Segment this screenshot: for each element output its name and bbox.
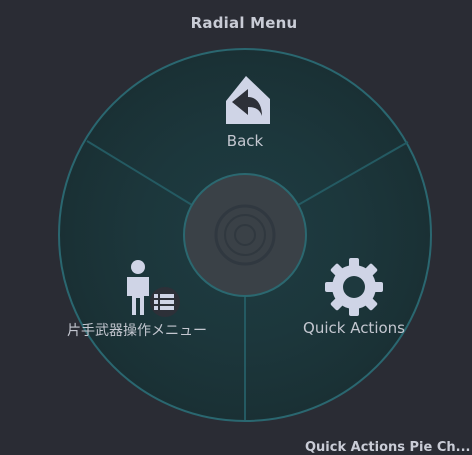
center-hub[interactable] (183, 173, 307, 297)
radial-menu-wheel (58, 48, 432, 422)
one-handed-weapon-menu-label: 片手武器操作メニュー (67, 323, 207, 339)
back-label: Back (226, 132, 264, 150)
quick-actions-label: Quick Actions (303, 319, 405, 337)
gear-icon (325, 258, 383, 316)
